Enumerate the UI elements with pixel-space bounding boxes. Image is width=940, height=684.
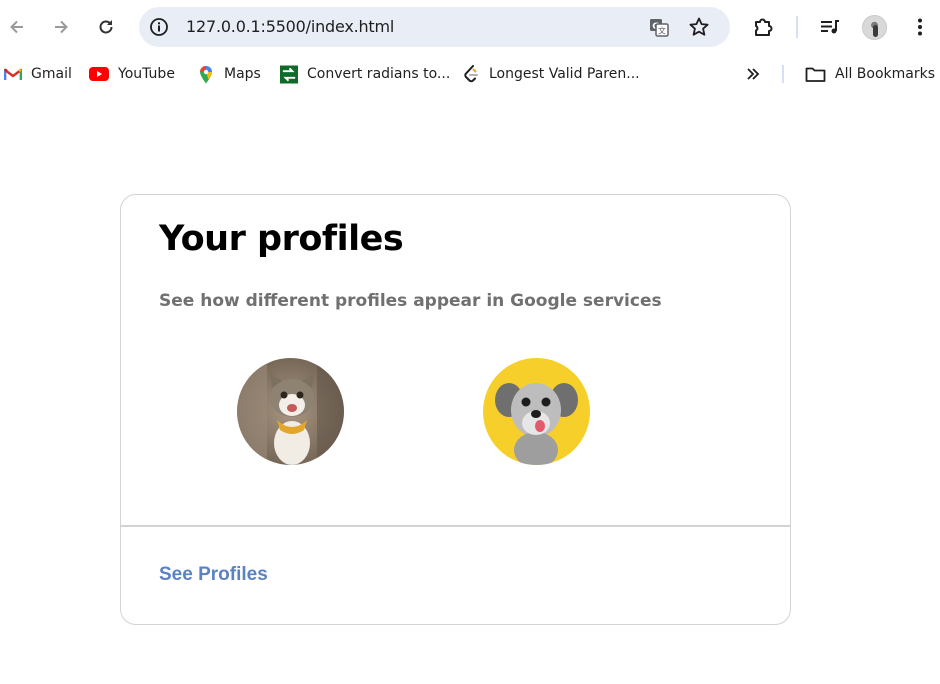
arrow-right-icon xyxy=(55,20,68,34)
media-controls-button[interactable] xyxy=(816,13,844,41)
url-text[interactable]: 127.0.0.1:5500/index.html xyxy=(186,17,394,36)
profiles-card: Your profiles See how different profiles… xyxy=(120,194,791,625)
convert-icon xyxy=(280,65,298,83)
playlist-icon xyxy=(821,20,839,34)
puzzle-icon xyxy=(755,18,773,36)
all-bookmarks-button[interactable]: All Bookmarks xyxy=(805,62,935,86)
bookmark-label: Gmail xyxy=(31,66,72,82)
bookmark-label: YouTube xyxy=(118,66,175,82)
bookmark-label: Maps xyxy=(224,66,261,82)
bookmarks-overflow-button[interactable] xyxy=(745,62,761,86)
bookmark-gmail[interactable]: Gmail xyxy=(4,62,72,86)
bookmarks-bar: Gmail YouTube Maps Convert radians to...… xyxy=(0,58,940,90)
translate-button[interactable]: G文 xyxy=(648,16,670,38)
translate-icon: G文 xyxy=(650,19,669,37)
toolbar-separator xyxy=(796,16,798,38)
bookmark-maps[interactable]: Maps xyxy=(197,62,261,86)
folder-icon xyxy=(805,65,826,83)
bookmark-youtube[interactable]: YouTube xyxy=(89,62,175,86)
bookmark-convert-radians[interactable]: Convert radians to... xyxy=(280,62,450,86)
bookmarks-separator xyxy=(782,65,784,83)
back-button[interactable] xyxy=(1,11,33,43)
extensions-button[interactable] xyxy=(750,13,778,41)
address-bar[interactable]: 127.0.0.1:5500/index.html G文 xyxy=(139,7,730,47)
gmail-icon xyxy=(4,65,22,83)
profile-avatar-button[interactable] xyxy=(862,15,887,40)
browser-menu-button[interactable] xyxy=(906,13,934,41)
maps-pin-icon xyxy=(197,65,215,83)
bookmark-label: Longest Valid Paren... xyxy=(489,66,640,82)
bookmark-label: Convert radians to... xyxy=(307,66,451,82)
youtube-icon xyxy=(89,65,109,83)
bookmark-longest-valid-paren[interactable]: Longest Valid Paren... xyxy=(462,62,640,86)
forward-button[interactable] xyxy=(45,11,77,43)
reload-icon xyxy=(99,20,113,34)
card-divider xyxy=(121,525,790,527)
info-icon xyxy=(150,18,168,36)
leetcode-icon xyxy=(462,65,480,83)
see-profiles-link[interactable]: See Profiles xyxy=(159,564,268,586)
site-info-button[interactable] xyxy=(148,16,170,38)
profile-picture-dog xyxy=(483,358,590,465)
page-subtitle: See how different profiles appear in Goo… xyxy=(159,291,662,311)
svg-text:文: 文 xyxy=(658,26,666,36)
profile-picture-cat xyxy=(237,358,344,465)
kebab-menu-icon xyxy=(918,18,922,36)
reload-button[interactable] xyxy=(90,11,122,43)
bookmark-star-button[interactable] xyxy=(688,16,710,38)
browser-toolbar: 127.0.0.1:5500/index.html G文 xyxy=(0,0,940,54)
star-icon xyxy=(689,17,709,36)
chevron-double-right-icon xyxy=(747,68,760,80)
page-title: Your profiles xyxy=(159,219,404,259)
all-bookmarks-label: All Bookmarks xyxy=(835,66,936,82)
arrow-left-icon xyxy=(10,20,23,34)
